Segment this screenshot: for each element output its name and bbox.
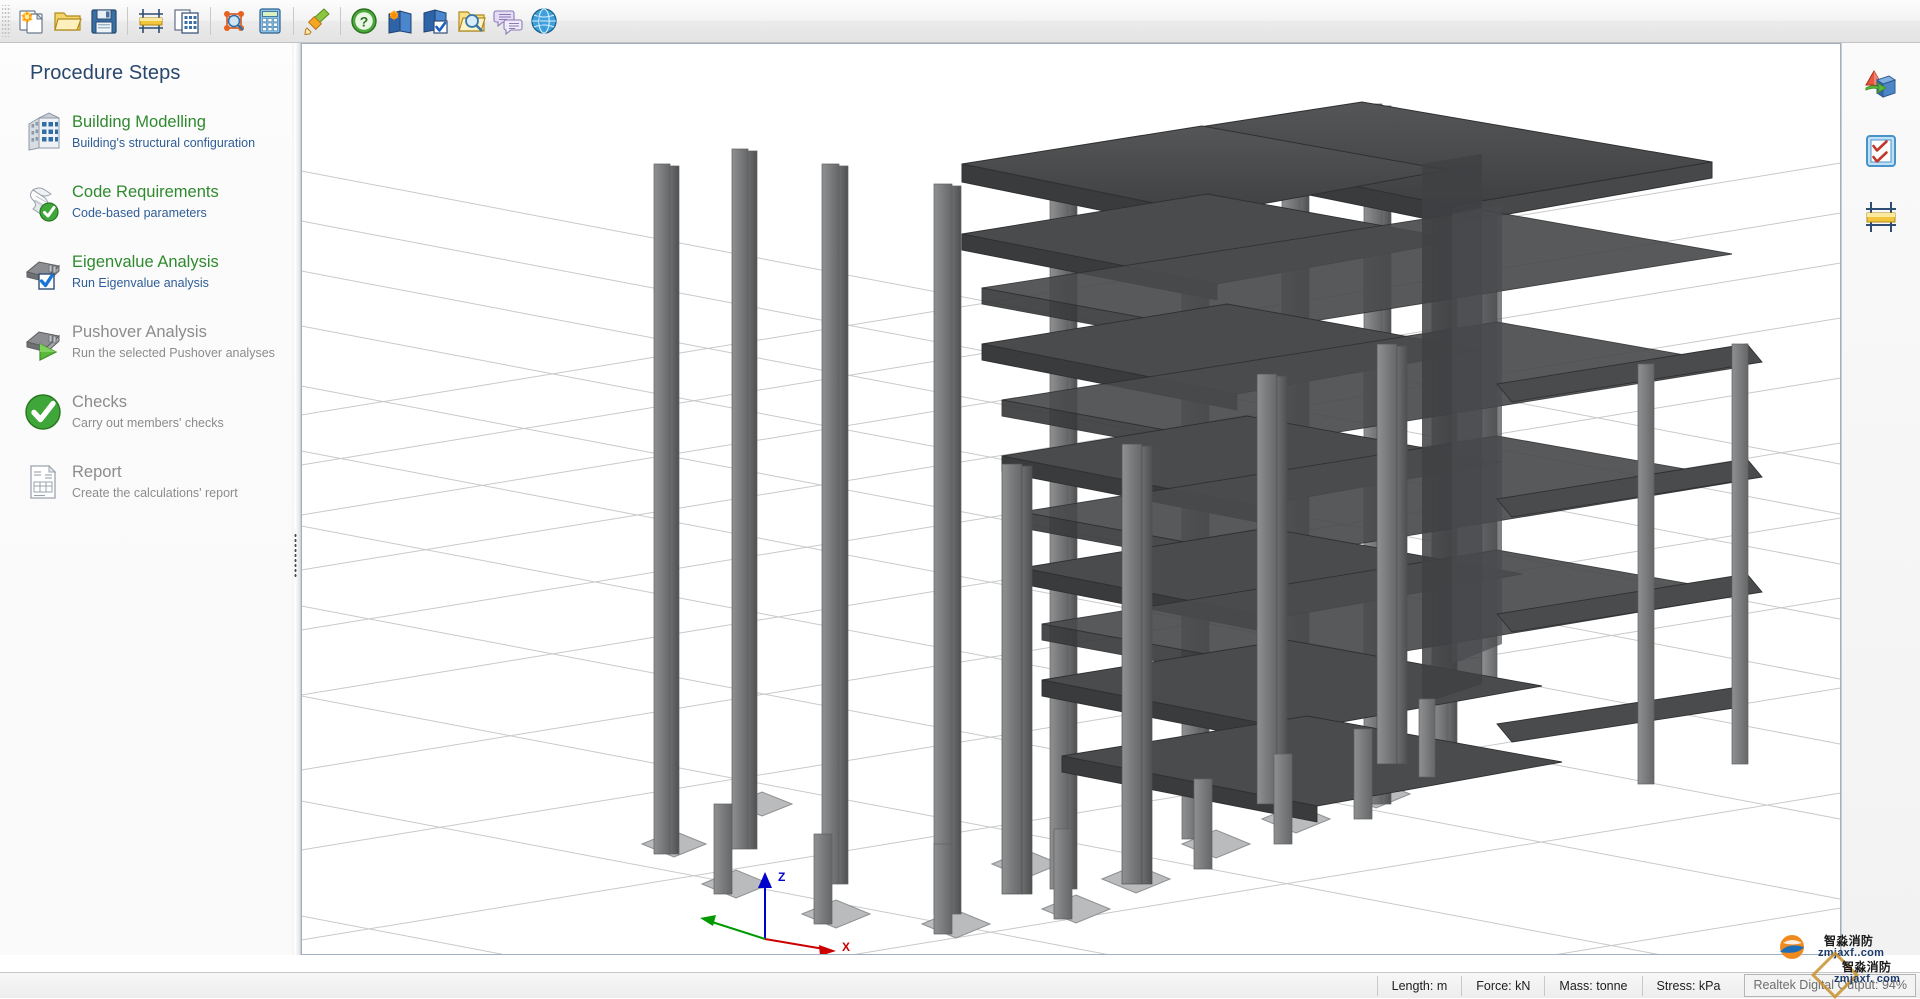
toolbar-drag-handle[interactable] bbox=[2, 5, 11, 37]
analysis-block-play-icon bbox=[20, 319, 66, 365]
building-model bbox=[642, 102, 1762, 938]
page-title: Procedure Steps bbox=[30, 62, 295, 85]
paintbrush-icon[interactable] bbox=[300, 4, 334, 38]
document-icon bbox=[20, 459, 66, 505]
sidebar-item-pushover-analysis[interactable]: Pushover Analysis Run the selected Pusho… bbox=[6, 309, 289, 373]
molecule-analysis-icon[interactable] bbox=[217, 4, 251, 38]
procedure-steps-list: Building Modelling Building's structural… bbox=[0, 99, 295, 513]
status-force-unit: Force: kN bbox=[1461, 976, 1544, 996]
comments-icon[interactable] bbox=[491, 4, 525, 38]
calculator-icon[interactable] bbox=[253, 4, 287, 38]
view-tools-strip bbox=[1841, 43, 1920, 955]
model-viewport[interactable]: Z X Y bbox=[301, 43, 1841, 955]
sidebar-item-subtitle: Building's structural configuration bbox=[72, 135, 255, 151]
status-stress-unit: Stress: kPa bbox=[1642, 976, 1735, 996]
globe-icon[interactable] bbox=[527, 4, 561, 38]
sidebar-item-title: Pushover Analysis bbox=[72, 322, 275, 342]
sidebar-item-title: Eigenvalue Analysis bbox=[72, 252, 219, 272]
building-icon bbox=[20, 109, 66, 155]
sidebar-item-subtitle: Run Eigenvalue analysis bbox=[72, 275, 219, 291]
sidebar-item-title: Checks bbox=[72, 392, 224, 412]
toolbar-separator bbox=[210, 7, 211, 35]
render-mode-icon[interactable] bbox=[1857, 61, 1905, 109]
open-file-icon[interactable] bbox=[51, 4, 85, 38]
sidebar-item-eigenvalue-analysis[interactable]: Eigenvalue Analysis Run Eigenvalue analy… bbox=[6, 239, 289, 303]
status-mass-unit: Mass: tonne bbox=[1544, 976, 1641, 996]
manual-book-icon[interactable] bbox=[383, 4, 417, 38]
main-toolbar: ? bbox=[0, 0, 1920, 43]
status-bar: Length: m Force: kN Mass: tonne Stress: … bbox=[0, 972, 1920, 998]
sidebar-item-subtitle: Run the selected Pushover analyses bbox=[72, 345, 275, 361]
toolbar-separator bbox=[293, 7, 294, 35]
sidebar-item-code-requirements[interactable]: Code Requirements Code-based parameters bbox=[6, 169, 289, 233]
sidebar-item-subtitle: Create the calculations' report bbox=[72, 485, 238, 501]
procedure-steps-panel: Procedure Steps bbox=[0, 43, 296, 955]
svg-text:?: ? bbox=[360, 14, 369, 30]
sidebar-item-subtitle: Carry out members' checks bbox=[72, 415, 224, 431]
green-check-icon bbox=[20, 389, 66, 435]
sidebar-item-report[interactable]: Report Create the calculations' report bbox=[6, 449, 289, 513]
building-copy-icon[interactable] bbox=[170, 4, 204, 38]
sidebar-item-checks[interactable]: Checks Carry out members' checks bbox=[6, 379, 289, 443]
sidebar-item-subtitle: Code-based parameters bbox=[72, 205, 219, 221]
status-length-unit: Length: m bbox=[1377, 976, 1462, 996]
frame-section-icon[interactable] bbox=[134, 4, 168, 38]
checklist-icon[interactable] bbox=[1857, 127, 1905, 175]
axis-label-z: Z bbox=[778, 870, 785, 884]
sidebar-item-title: Code Requirements bbox=[72, 182, 219, 202]
beam-view-icon[interactable] bbox=[1857, 193, 1905, 241]
toolbar-separator bbox=[127, 7, 128, 35]
scroll-icon bbox=[20, 179, 66, 225]
splitter-grip[interactable] bbox=[294, 533, 297, 577]
analysis-block-icon bbox=[20, 249, 66, 295]
save-file-icon[interactable] bbox=[87, 4, 121, 38]
application-window: ? bbox=[0, 0, 1920, 998]
3d-scene bbox=[302, 44, 1840, 954]
search-folder-icon[interactable] bbox=[455, 4, 489, 38]
book-check-icon[interactable] bbox=[419, 4, 453, 38]
axis-label-x: X bbox=[842, 940, 850, 954]
toolbar-separator bbox=[340, 7, 341, 35]
audio-output-tray: Realtek Digital Output: 94% bbox=[1744, 974, 1916, 997]
sidebar-item-title: Building Modelling bbox=[72, 112, 255, 132]
sidebar-item-title: Report bbox=[72, 462, 238, 482]
panel-splitter[interactable] bbox=[292, 43, 301, 955]
help-icon[interactable]: ? bbox=[347, 4, 381, 38]
sidebar-item-building-modelling[interactable]: Building Modelling Building's structural… bbox=[6, 99, 289, 163]
new-file-icon[interactable] bbox=[15, 4, 49, 38]
viewport-canvas[interactable]: Z X Y bbox=[302, 44, 1840, 954]
